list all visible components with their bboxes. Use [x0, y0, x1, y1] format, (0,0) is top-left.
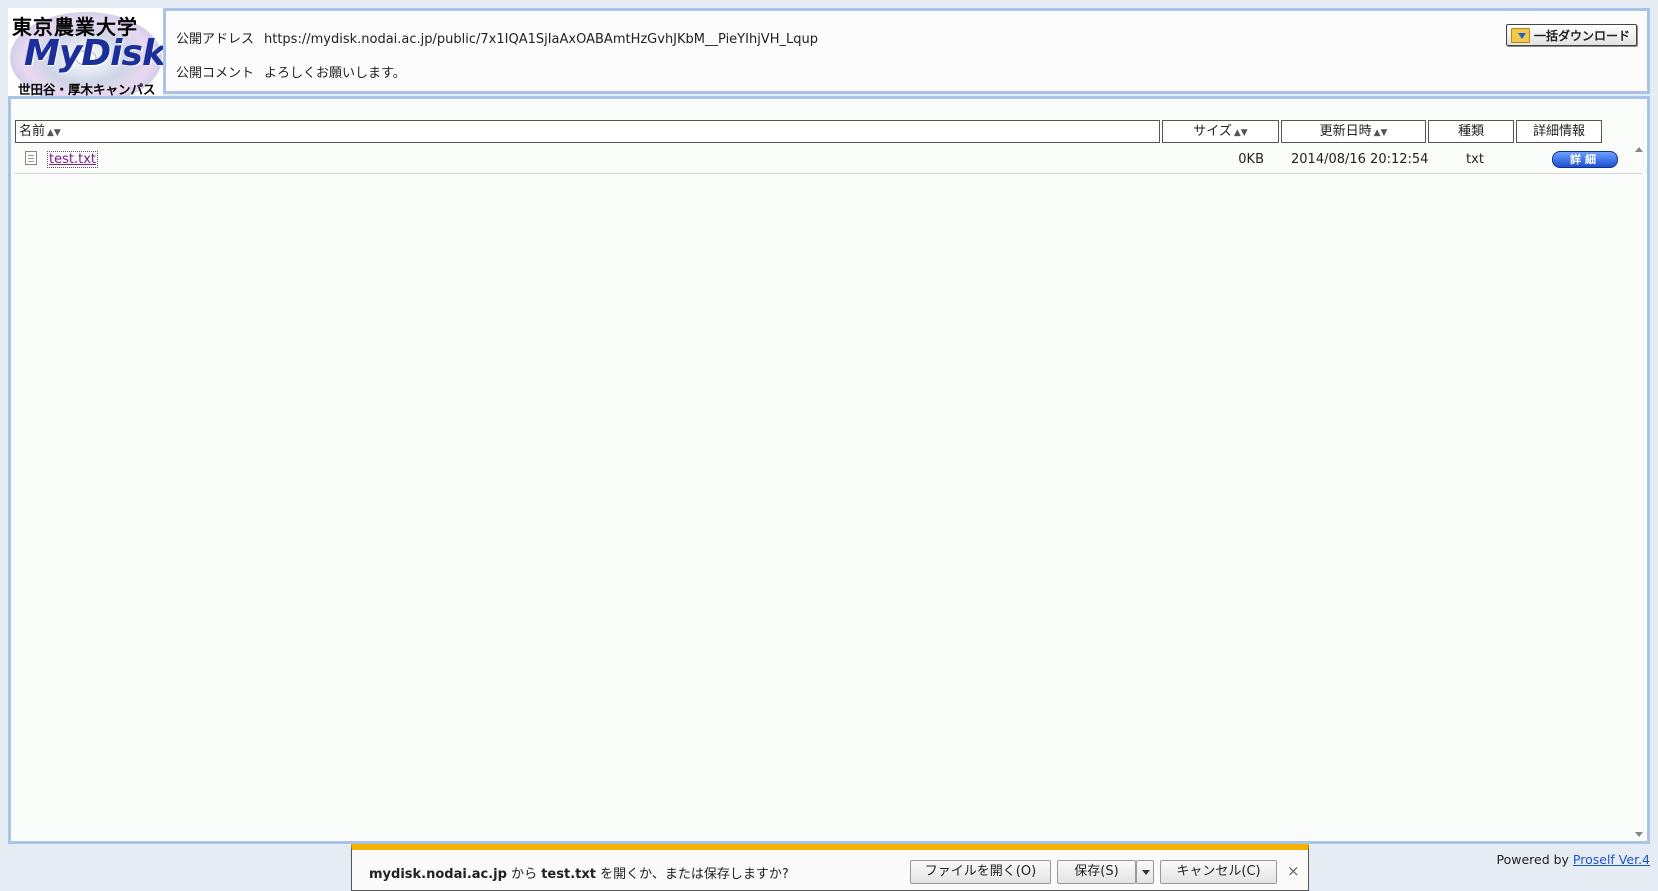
column-header-name[interactable]: 名前 ▲▼	[15, 120, 1160, 143]
proself-link[interactable]: Proself Ver.4	[1573, 852, 1650, 867]
column-header-updated[interactable]: 更新日時 ▲▼	[1281, 120, 1426, 143]
sort-arrows-icon[interactable]: ▲▼	[1234, 128, 1248, 138]
bulk-download-label: 一括ダウンロード	[1533, 28, 1630, 43]
download-message: mydisk.nodai.ac.jp から test.txt を開くか、または保…	[369, 863, 789, 882]
column-header-updated-label: 更新日時	[1319, 124, 1372, 139]
column-header-details-label: 詳細情報	[1532, 124, 1585, 139]
logo-brand: MyDisk	[24, 33, 163, 74]
vertical-scrollbar[interactable]	[1631, 143, 1647, 841]
public-info-panel: 公開アドレス https://mydisk.nodai.ac.jp/public/…	[163, 8, 1650, 94]
folder-download-icon	[1510, 27, 1530, 43]
download-file: test.txt	[541, 867, 596, 882]
column-header-type-label: 種類	[1457, 124, 1484, 139]
text-file-icon	[25, 151, 37, 165]
public-comment-value: よろしくお願いします。	[264, 66, 406, 81]
column-header-type: 種類	[1428, 120, 1514, 143]
file-updated: 2014/08/16 20:12:54	[1291, 152, 1429, 167]
public-comment-row: 公開コメント よろしくお願いします。	[176, 62, 406, 81]
public-comment-label: 公開コメント	[176, 66, 255, 81]
powered-by: Powered by Proself Ver.4	[1496, 852, 1650, 867]
bulk-download-button[interactable]: 一括ダウンロード	[1505, 24, 1637, 46]
detail-button[interactable]: 詳細	[1552, 151, 1618, 168]
download-host: mydisk.nodai.ac.jp	[369, 867, 507, 882]
save-button[interactable]: 保存(S)	[1057, 860, 1136, 884]
column-header-details: 詳細情報	[1516, 120, 1602, 143]
column-header-name-label: 名前	[19, 124, 46, 139]
public-address-value: https://mydisk.nodai.ac.jp/public/7x1IQA…	[264, 32, 818, 47]
mydisk-logo: 東京農業大学 MyDisk 世田谷・厚木キャンパス	[8, 8, 163, 99]
file-name-link[interactable]: test.txt	[47, 151, 98, 168]
download-notification-bar: mydisk.nodai.ac.jp から test.txt を開くか、または保…	[351, 844, 1309, 891]
powered-by-text: Powered by	[1496, 852, 1573, 867]
sort-arrows-icon[interactable]: ▲▼	[1374, 128, 1388, 138]
sort-arrows-icon[interactable]: ▲▼	[47, 128, 61, 138]
scroll-down-icon[interactable]	[1635, 832, 1643, 837]
column-header-size-label: サイズ	[1193, 124, 1232, 139]
download-from-text: から	[506, 867, 542, 882]
save-options-dropdown[interactable]	[1136, 860, 1154, 884]
file-size: 0KB	[1238, 152, 1264, 167]
file-list-panel: 名前 ▲▼ サイズ ▲▼ 更新日時 ▲▼ 種類 詳細情報 test.txt 0KB 2…	[8, 96, 1650, 844]
cancel-button[interactable]: キャンセル(C)	[1160, 860, 1277, 884]
public-address-label: 公開アドレス	[176, 32, 255, 47]
close-icon[interactable]: ×	[1287, 862, 1300, 880]
table-row: test.txt 0KB 2014/08/16 20:12:54 txt 詳細	[15, 147, 1642, 174]
open-file-button[interactable]: ファイルを開く(O)	[910, 860, 1051, 884]
public-address-row: 公開アドレス https://mydisk.nodai.ac.jp/public/…	[176, 28, 818, 47]
file-type: txt	[1466, 152, 1484, 167]
column-header-size[interactable]: サイズ ▲▼	[1162, 120, 1279, 143]
download-question-text: を開くか、または保存しますか?	[595, 867, 789, 882]
scroll-up-icon[interactable]	[1635, 147, 1643, 152]
